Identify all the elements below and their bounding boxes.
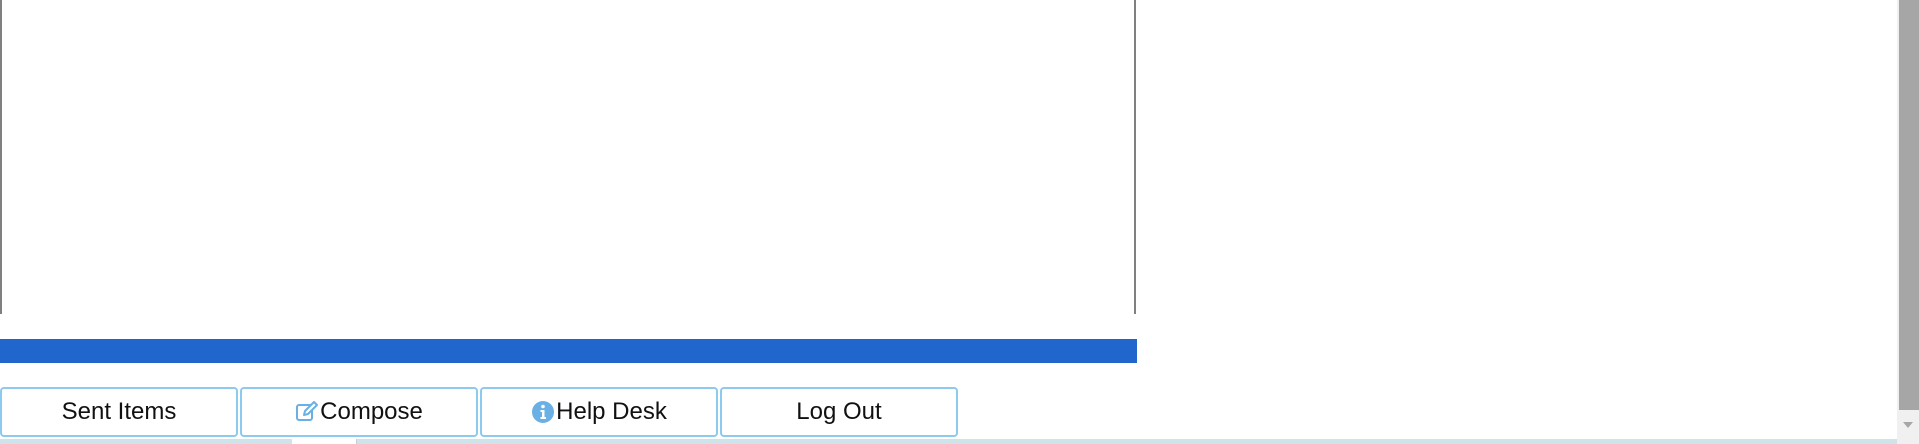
compose-label: Compose	[320, 398, 423, 425]
help-desk-label: Help Desk	[556, 398, 667, 425]
webmail-page: Sent Items Compose Help Desk Log Out	[0, 0, 1919, 444]
bottom-nav: Sent Items Compose Help Desk Log Out	[0, 387, 958, 437]
sent-items-button[interactable]: Sent Items	[0, 387, 238, 437]
help-desk-button[interactable]: Help Desk	[480, 387, 718, 437]
message-content-frame	[0, 0, 1136, 314]
log-out-button[interactable]: Log Out	[720, 387, 958, 437]
bottom-tab[interactable]	[292, 439, 357, 444]
log-out-label: Log Out	[796, 398, 882, 425]
compose-button[interactable]: Compose	[240, 387, 478, 437]
info-icon	[531, 400, 555, 424]
bottom-tab-strip	[0, 439, 1897, 444]
vertical-scrollbar[interactable]	[1897, 0, 1919, 444]
compose-icon	[295, 400, 319, 424]
divider-bar	[0, 339, 1137, 363]
scroll-down-icon[interactable]	[1897, 418, 1919, 432]
sent-items-label: Sent Items	[61, 398, 177, 425]
scrollbar-thumb[interactable]	[1899, 0, 1919, 410]
